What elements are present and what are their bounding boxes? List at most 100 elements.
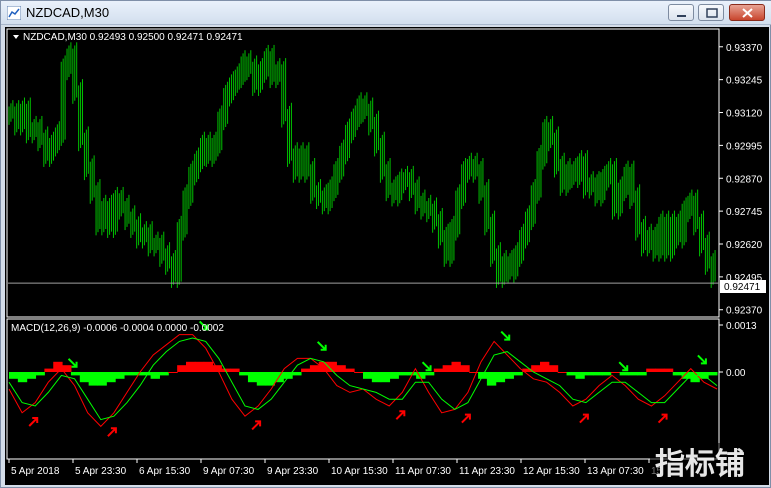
macd-histogram-bar — [610, 372, 621, 373]
price-tick-label: 0.93120 — [726, 109, 763, 120]
buy-arrow-icon — [579, 413, 589, 424]
macd-histogram-bar — [35, 372, 45, 376]
macd-histogram-bar — [336, 365, 346, 372]
macd-histogram-bar — [132, 372, 143, 376]
price-bars — [8, 42, 716, 288]
chart-canvas[interactable]: 0.93370 0.93245 0.93120 0.92995 0.92870 0.927… — [5, 27, 769, 485]
macd-histogram-bar — [637, 372, 647, 376]
macd-histogram-bar — [239, 372, 249, 376]
collapse-triangle-icon[interactable] — [13, 35, 19, 39]
sell-arrow-icon — [316, 341, 327, 351]
macd-histogram-bar — [79, 372, 90, 383]
time-tick-label: 9 Apr 23:30 — [267, 466, 319, 477]
macd-histogram-bar — [433, 368, 444, 372]
macd-histogram-bar — [354, 372, 364, 373]
macd-histogram-bar — [186, 361, 196, 372]
macd-histogram-bar — [460, 365, 470, 372]
restore-icon — [706, 8, 718, 18]
macd-histogram-bar — [115, 372, 125, 379]
macd-histogram-bar — [124, 372, 134, 376]
macd-histogram-bar — [708, 372, 718, 376]
macd-histogram-bar — [88, 372, 98, 386]
macd-histogram-bar — [159, 372, 169, 376]
macd-histogram-bar — [601, 372, 612, 376]
macd-histogram-bar — [663, 368, 674, 372]
macd-histogram-bar — [301, 368, 311, 372]
macd-histogram-bar — [451, 361, 461, 372]
macd-histogram-bar — [203, 361, 214, 372]
macd-histogram-bar — [265, 372, 275, 386]
macd-histogram-bar — [292, 372, 302, 376]
sell-arrow-icon — [697, 354, 707, 365]
macd-histogram-bar — [26, 372, 37, 379]
macd-histogram-bar — [44, 368, 54, 372]
macd-histogram-bar — [318, 361, 329, 372]
macd-histogram-bar — [106, 372, 116, 383]
macd-histogram-bar — [504, 372, 514, 379]
macd-histogram-bar — [486, 372, 497, 386]
buy-arrow-icon — [28, 417, 39, 427]
macd-panel-label: MACD(12,26,9) -0.0006 -0.0004 0.0000 -0.… — [11, 323, 224, 334]
chart-area[interactable]: 0.93370 0.93245 0.93120 0.92995 0.92870 0.927… — [5, 27, 769, 485]
macd-histogram-bar — [566, 372, 576, 376]
time-tick-label: 5 Apr 23:30 — [75, 466, 127, 477]
macd-histogram-bar — [584, 372, 594, 376]
time-tick-label: 12 Apr 15:30 — [523, 466, 580, 477]
macd-histogram-bar — [619, 372, 629, 376]
macd-histogram-bar — [646, 368, 656, 372]
price-tick-label: 0.92870 — [726, 174, 763, 185]
time-tick-label: 13 Apr 07:30 — [587, 466, 644, 477]
price-panel-label: NZDCAD,M30 0.92493 0.92500 0.92471 0.924… — [23, 32, 243, 43]
minimize-icon — [677, 15, 686, 17]
buy-arrow-icon — [461, 413, 471, 424]
price-tick-label: 0.92995 — [726, 141, 763, 152]
time-tick-label: 10 Apr 15:30 — [331, 466, 388, 477]
macd-histogram-bar — [442, 365, 452, 372]
price-tick-label: 0.92620 — [726, 240, 763, 251]
buy-arrow-icon — [251, 420, 262, 431]
close-icon — [742, 8, 753, 18]
macd-histogram — [9, 361, 718, 386]
sell-arrow-icon — [500, 330, 511, 341]
window-title: NZDCAD,M30 — [26, 5, 110, 20]
chart-app-icon — [7, 6, 21, 20]
macd-histogram-bar — [628, 372, 638, 376]
minimize-button[interactable] — [668, 4, 694, 21]
macd-histogram-bar — [150, 372, 160, 379]
macd-histogram-bar — [495, 372, 506, 383]
macd-histogram-bar — [230, 368, 240, 372]
close-button[interactable] — [729, 4, 765, 21]
macd-histogram-bar — [309, 365, 320, 372]
macd-histogram-bar — [672, 372, 683, 376]
time-tick-label: 11 Apr 07:30 — [395, 466, 451, 477]
macd-histogram-bar — [168, 372, 178, 373]
macd-histogram-bar — [540, 361, 550, 372]
macd-histogram-bar — [424, 372, 435, 376]
macd-histogram-bar — [575, 372, 585, 379]
watermark-logo: 指标铺 — [650, 443, 760, 481]
buy-arrow-icon — [395, 410, 406, 420]
macd-tick-label: 0.0013 — [726, 321, 757, 332]
sell-arrow-icon — [421, 361, 432, 372]
title-bar[interactable]: NZDCAD,M30 — [1, 1, 771, 25]
terminal-window: NZDCAD,M30 0.93370 0.93245 0.93120 0.92995 0… — [0, 0, 771, 488]
macd-histogram-bar — [17, 372, 28, 383]
macd-histogram-bar — [513, 372, 523, 376]
price-tick-label: 0.93370 — [726, 43, 763, 54]
watermark-text: 指标铺 — [655, 448, 745, 481]
price-tick-label: 0.92370 — [726, 306, 763, 317]
macd-histogram-bar — [345, 368, 355, 372]
sell-arrow-icon — [618, 361, 629, 372]
time-tick-label: 11 Apr 23:30 — [459, 466, 515, 477]
macd-histogram-bar — [97, 372, 107, 386]
macd-histogram-bar — [557, 372, 568, 373]
macd-histogram-bar — [194, 361, 205, 372]
macd-histogram-bar — [469, 372, 479, 373]
time-tick-label: 9 Apr 07:30 — [203, 466, 255, 477]
macd-histogram-bar — [655, 368, 665, 372]
current-price-label: 0.92471 — [724, 282, 761, 293]
macd-histogram-bar — [70, 372, 81, 376]
macd-histogram-bar — [9, 372, 19, 379]
macd-histogram-bar — [398, 372, 408, 376]
maximize-button[interactable] — [698, 4, 724, 21]
